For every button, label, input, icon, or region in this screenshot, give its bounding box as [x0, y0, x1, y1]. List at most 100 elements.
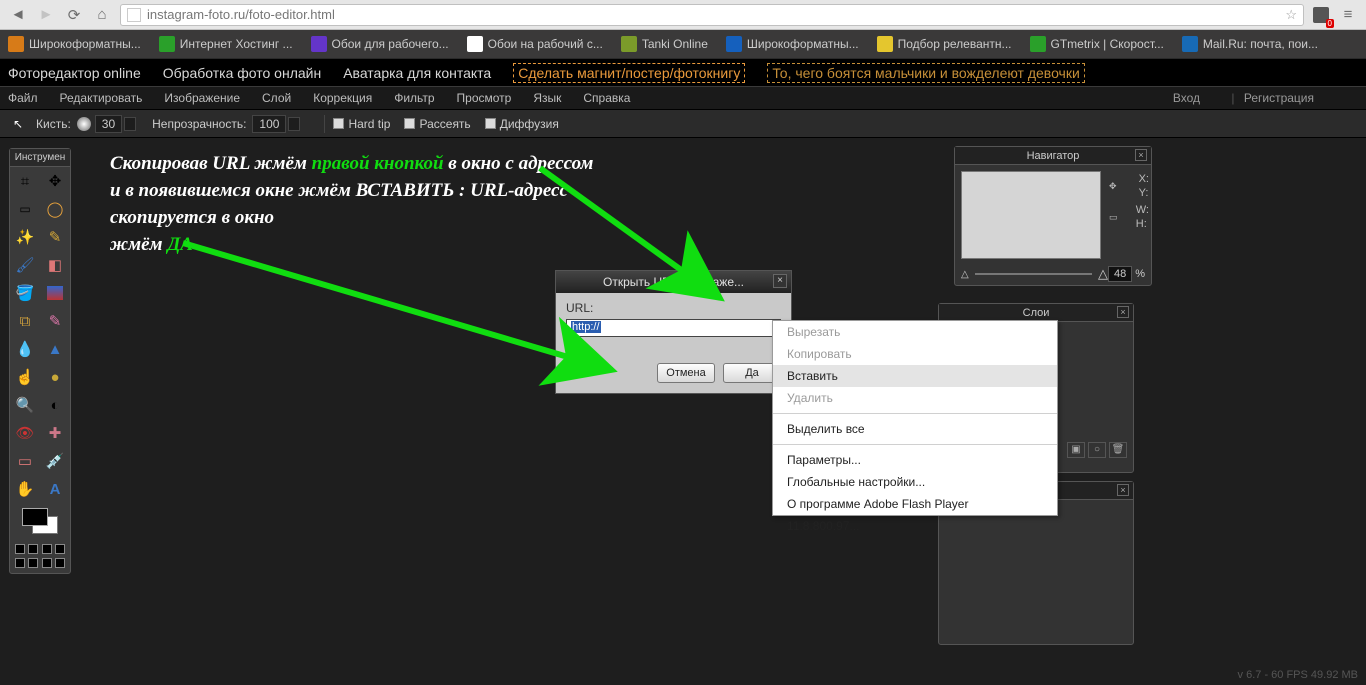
url-input[interactable]: http:// [566, 319, 781, 337]
crop-tool-icon[interactable]: ⌗ [10, 167, 40, 195]
replace-tool-icon[interactable]: ✎ [40, 307, 70, 335]
brush-tool-icon[interactable]: 🖌 [10, 251, 40, 279]
zoom-value[interactable]: 48 [1108, 266, 1132, 282]
editor-menu: Файл Редактировать Изображение Слой Корр… [0, 86, 1366, 110]
back-icon[interactable]: ◄ [7, 4, 29, 26]
zoom-slider[interactable] [975, 273, 1092, 275]
close-icon[interactable]: × [1135, 149, 1147, 161]
nav-magnet[interactable]: Сделать магнит/постер/фотокнигу [513, 63, 745, 83]
menu-layer[interactable]: Слой [262, 91, 291, 105]
bookmark-item[interactable]: Широкоформатны... [726, 36, 859, 52]
bookmark-item[interactable]: Tanki Online [621, 36, 708, 52]
bookmark-item[interactable]: Подбор релевантн... [877, 36, 1012, 52]
bookmark-item[interactable]: Широкоформатны... [8, 36, 141, 52]
opacity-value[interactable]: 100 [252, 115, 286, 133]
ctx-about[interactable]: О программе Adobe Flash Player 11.8.800.… [773, 493, 1057, 515]
menu-lang[interactable]: Язык [533, 91, 561, 105]
bucket-tool-icon[interactable]: 🪣 [10, 279, 40, 307]
home-icon[interactable]: ⌂ [91, 4, 113, 26]
register-link[interactable]: Регистрация [1244, 91, 1314, 105]
diffuse-check[interactable]: Диффузия [485, 117, 559, 131]
bookmark-label: Tanki Online [642, 37, 708, 51]
nav-process[interactable]: Обработка фото онлайн [163, 65, 321, 81]
close-icon[interactable]: × [773, 274, 787, 288]
lasso-tool-icon[interactable]: ◯ [40, 195, 70, 223]
dodge-tool-icon[interactable]: ◐ [40, 391, 70, 419]
bookmark-item[interactable]: Обои на рабочий с... [467, 36, 603, 52]
cancel-button[interactable]: Отмена [657, 363, 715, 383]
toolbox-panel: Инструмен ⌗ ✥ ▭ ◯ ✨ ✎ 🖌 ◧ 🪣 ⧉ ✎ 💧 ▲ ☝ ● … [9, 148, 71, 574]
zoom-out-icon[interactable]: △ [961, 269, 969, 280]
color-swatches[interactable] [10, 503, 70, 539]
smudge-tool-icon[interactable]: ☝ [10, 363, 40, 391]
blur-tool-icon[interactable]: 💧 [10, 335, 40, 363]
new-layer-icon[interactable]: ▣ [1067, 442, 1085, 458]
sponge-tool-icon[interactable]: ● [40, 363, 70, 391]
close-icon[interactable]: × [1117, 306, 1129, 318]
marquee-tool-icon[interactable]: ▭ [10, 195, 40, 223]
menu-edit[interactable]: Редактировать [60, 91, 143, 105]
fg-color-swatch[interactable] [22, 508, 48, 526]
favicon-icon [1182, 36, 1198, 52]
menu-help[interactable]: Справка [583, 91, 630, 105]
nav-avatar[interactable]: Аватарка для контакта [343, 65, 491, 81]
menu-correction[interactable]: Коррекция [313, 91, 372, 105]
bookmark-item[interactable]: Mail.Ru: почта, пои... [1182, 36, 1318, 52]
bookmark-item[interactable]: GTmetrix | Скорост... [1030, 36, 1164, 52]
brush-dropdown-icon[interactable] [124, 117, 136, 131]
scatter-check[interactable]: Рассеять [404, 117, 470, 131]
ctx-delete[interactable]: Удалить [773, 387, 1057, 409]
wand-tool-icon[interactable]: ✨ [10, 223, 40, 251]
bookmark-item[interactable]: Обои для рабочего... [311, 36, 449, 52]
bookmark-label: Интернет Хостинг ... [180, 37, 293, 51]
menu-filter[interactable]: Фильтр [394, 91, 434, 105]
bookmark-item[interactable]: Интернет Хостинг ... [159, 36, 293, 52]
menu-view[interactable]: Просмотр [457, 91, 512, 105]
favicon-icon [877, 36, 893, 52]
menu-image[interactable]: Изображение [164, 91, 240, 105]
clone-tool-icon[interactable]: ⧉ [10, 307, 40, 335]
extension-icon[interactable]: 0 [1310, 4, 1332, 26]
move-tool-icon[interactable]: ✥ [40, 167, 70, 195]
bookmark-label: Широкоформатны... [747, 37, 859, 51]
brush-preview-icon[interactable] [77, 117, 91, 131]
ctx-copy[interactable]: Копировать [773, 343, 1057, 365]
navigator-preview[interactable] [961, 171, 1101, 259]
navigator-title: Навигатор [1027, 150, 1080, 162]
heal-tool-icon[interactable]: ✚ [40, 419, 70, 447]
forward-icon[interactable]: ► [35, 4, 57, 26]
close-icon[interactable]: × [1117, 484, 1129, 496]
hardtip-check[interactable]: Hard tip [333, 117, 390, 131]
ctx-paste[interactable]: Вставить [773, 365, 1057, 387]
trash-icon[interactable]: 🗑 [1109, 442, 1127, 458]
menu-file[interactable]: Файл [8, 91, 38, 105]
pencil-tool-icon[interactable]: ✎ [40, 223, 70, 251]
nav-editor[interactable]: Фоторедактор online [8, 65, 141, 81]
zoom-tool-icon[interactable]: 🔍 [10, 391, 40, 419]
login-link[interactable]: Вход [1173, 91, 1200, 105]
mask-icon[interactable]: ○ [1088, 442, 1106, 458]
eyedropper-tool-icon[interactable]: 💉 [40, 447, 70, 475]
zoom-in-icon[interactable]: △ [1098, 266, 1108, 282]
nav-promo[interactable]: То, чего боятся мальчики и вожделеют дев… [767, 63, 1084, 83]
reload-icon[interactable]: ⟳ [63, 4, 85, 26]
ctx-cut[interactable]: Вырезать [773, 321, 1057, 343]
text-tool-icon[interactable]: A [40, 475, 70, 503]
menu-icon[interactable]: ≡ [1337, 4, 1359, 26]
shape-tool-icon[interactable]: ▭ [10, 447, 40, 475]
preset-grid [10, 539, 70, 573]
ctx-params[interactable]: Параметры... [773, 449, 1057, 471]
favicon-icon [621, 36, 637, 52]
brush-size[interactable]: 30 [95, 115, 122, 133]
eraser-tool-icon[interactable]: ◧ [40, 251, 70, 279]
opacity-dropdown-icon[interactable] [288, 117, 300, 131]
sharpen-tool-icon[interactable]: ▲ [40, 335, 70, 363]
gradient-tool-icon[interactable] [47, 286, 63, 300]
address-bar[interactable]: instagram-foto.ru/foto-editor.html ☆ [120, 4, 1304, 26]
bookmark-label: Обои для рабочего... [332, 37, 449, 51]
ctx-selectall[interactable]: Выделить все [773, 418, 1057, 440]
ctx-global[interactable]: Глобальные настройки... [773, 471, 1057, 493]
redeye-tool-icon[interactable]: 👁 [10, 419, 40, 447]
hand-tool-icon[interactable]: ✋ [10, 475, 40, 503]
star-icon[interactable]: ☆ [1285, 7, 1297, 23]
